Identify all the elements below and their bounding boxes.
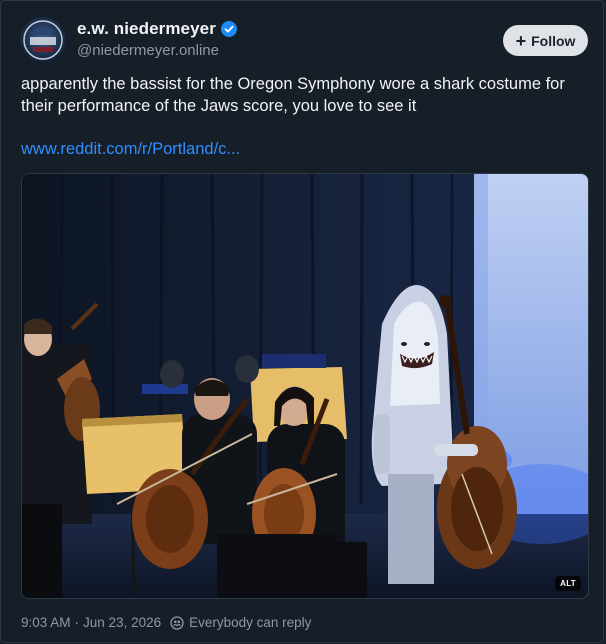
plus-icon: + <box>515 30 527 51</box>
post-card: e.w. niedermeyer @niedermeyer.online + F… <box>0 0 604 643</box>
author-handle[interactable]: @niedermeyer.online <box>77 42 237 59</box>
author-block: e.w. niedermeyer @niedermeyer.online <box>77 19 237 59</box>
people-icon <box>170 615 184 630</box>
post-text: apparently the bassist for the Oregon Sy… <box>21 75 565 115</box>
reply-setting: Everybody can reply <box>170 615 311 630</box>
follow-button[interactable]: + Follow <box>503 25 588 56</box>
verified-badge-icon <box>220 21 237 37</box>
author-name[interactable]: e.w. niedermeyer <box>77 19 237 39</box>
post-image[interactable]: ALT <box>21 173 589 599</box>
post-date[interactable]: Jun 23, 2026 <box>83 615 161 630</box>
post-time[interactable]: 9:03 AM <box>21 615 71 630</box>
post-footer: 9:03 AM · Jun 23, 2026 Everybody can rep… <box>21 615 311 630</box>
post-link[interactable]: www.reddit.com/r/Portland/c... <box>21 140 240 159</box>
reply-setting-label: Everybody can reply <box>189 615 312 630</box>
meta-separator: · <box>74 615 80 630</box>
alt-badge[interactable]: ALT <box>555 576 581 591</box>
avatar[interactable] <box>20 17 66 63</box>
author-display-name[interactable]: e.w. niedermeyer <box>77 19 216 39</box>
follow-button-label: Follow <box>531 32 576 49</box>
